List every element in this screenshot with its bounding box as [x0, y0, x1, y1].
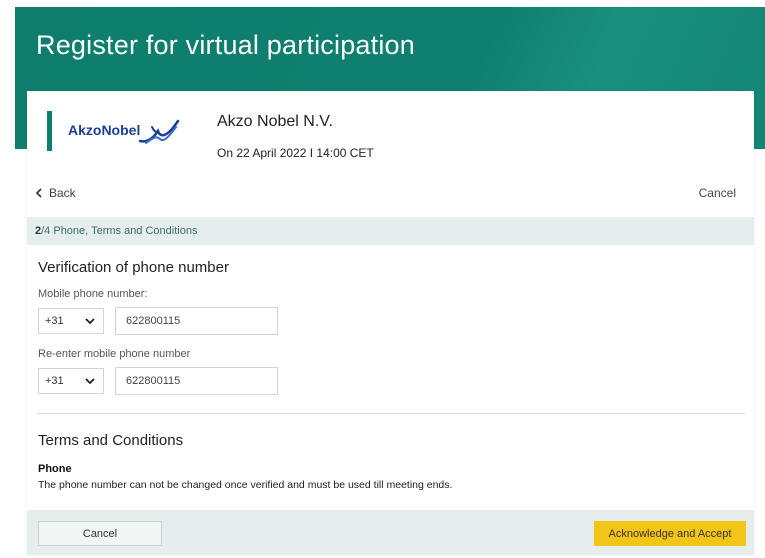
- chevron-left-icon: [35, 188, 42, 198]
- terms-title: Terms and Conditions: [38, 432, 184, 449]
- acknowledge-accept-button[interactable]: Acknowledge and Accept: [594, 521, 746, 546]
- akzonobel-logo: AkzoNobel: [47, 109, 185, 153]
- section-divider: [37, 413, 745, 414]
- footer-bar: Cancel Acknowledge and Accept: [27, 510, 754, 555]
- footer-cancel-button[interactable]: Cancel: [38, 521, 162, 546]
- step-label: /4 Phone, Terms and Conditions: [41, 225, 198, 237]
- logo-text: AkzoNobel: [68, 122, 141, 138]
- page-title: Register for virtual participation: [36, 30, 415, 60]
- meeting-date: On 22 April 2022 I 14:00 CET: [217, 146, 374, 160]
- mobile-label: Mobile phone number:: [38, 288, 148, 300]
- logo-swirl-icon: [138, 119, 180, 144]
- company-name: Akzo Nobel N.V.: [217, 113, 333, 130]
- back-button[interactable]: Back: [35, 186, 76, 200]
- back-label: Back: [49, 186, 76, 200]
- terms-phone-text: The phone number can not be changed once…: [38, 479, 453, 491]
- mobile-country-code-select[interactable]: +31: [38, 308, 104, 334]
- reenter-phone-input[interactable]: [115, 367, 278, 395]
- reenter-country-code: +31: [45, 375, 64, 387]
- chevron-down-icon: [85, 377, 95, 384]
- step-indicator: 2/4 Phone, Terms and Conditions: [27, 217, 754, 245]
- reenter-country-code-select[interactable]: +31: [38, 368, 104, 394]
- step-current: 2: [35, 225, 42, 237]
- mobile-country-code: +31: [45, 315, 64, 327]
- logo-bar: [47, 111, 52, 151]
- verification-title: Verification of phone number: [38, 259, 229, 276]
- registration-card: AkzoNobel Akzo Nobel N.V. On 22 April 20…: [27, 91, 754, 555]
- reenter-label: Re-enter mobile phone number: [38, 348, 191, 360]
- cancel-link[interactable]: Cancel: [699, 186, 736, 200]
- mobile-phone-input[interactable]: [115, 307, 278, 335]
- terms-phone-heading: Phone: [38, 463, 72, 475]
- chevron-down-icon: [85, 317, 95, 324]
